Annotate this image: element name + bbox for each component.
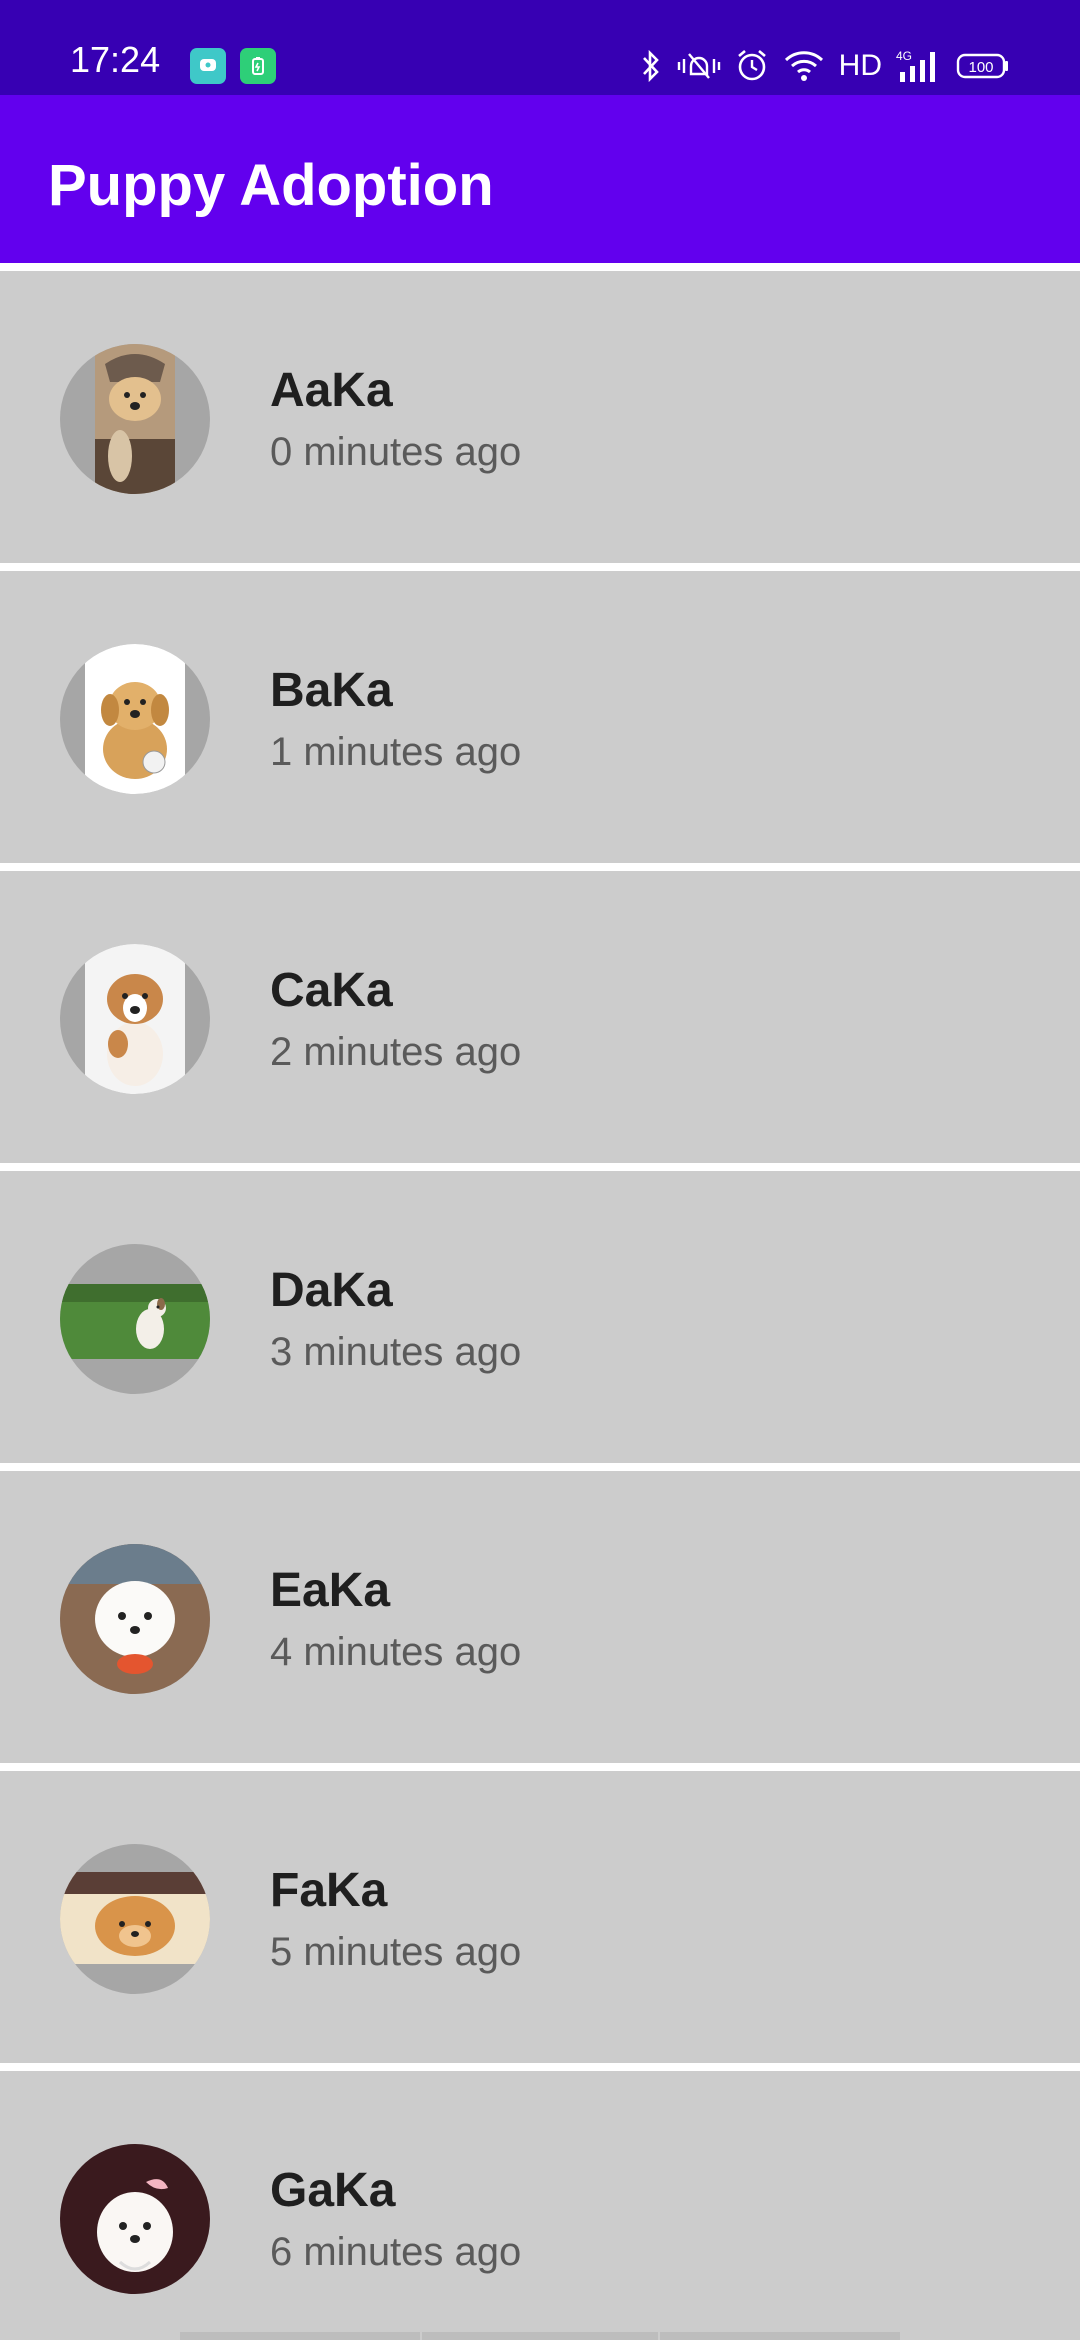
puppy-avatar <box>60 944 210 1094</box>
chat-notification-icon <box>190 48 226 84</box>
puppy-time: 2 minutes ago <box>270 1030 522 1074</box>
puppy-time: 0 minutes ago <box>270 430 522 474</box>
puppy-avatar <box>60 344 210 494</box>
status-bar: 17:24 HD 4G 100 <box>0 0 1080 95</box>
bottom-overlay-segment <box>180 2332 420 2340</box>
bottom-overlay-segment <box>422 2332 658 2340</box>
puppy-list-item[interactable]: FaKa 5 minutes ago <box>0 1771 1080 2063</box>
bluetooth-icon <box>642 49 659 83</box>
alarm-icon <box>737 50 766 81</box>
puppy-time: 4 minutes ago <box>270 1630 522 1674</box>
puppy-name: BaKa <box>270 664 393 717</box>
network-type-label: HD <box>838 49 882 82</box>
status-time: 17:24 <box>70 39 161 80</box>
puppy-name: AaKa <box>270 364 393 417</box>
puppy-avatar <box>60 1844 210 1994</box>
app-bar: Puppy Adoption <box>0 95 1080 263</box>
puppy-name: FaKa <box>270 1864 388 1917</box>
puppy-time: 1 minutes ago <box>270 730 522 774</box>
vibrate-icon <box>677 53 720 79</box>
puppy-avatar <box>60 1244 210 1394</box>
battery-level-label: 100 <box>968 59 993 76</box>
puppy-list[interactable]: AaKa 0 minutes ago BaKa 1 minutes ago Ca… <box>0 263 1080 2340</box>
puppy-avatar <box>60 644 210 794</box>
puppy-list-item[interactable]: CaKa 2 minutes ago <box>0 871 1080 1163</box>
battery-icon: 100 <box>956 53 1008 79</box>
puppy-list-item[interactable]: AaKa 0 minutes ago <box>0 271 1080 563</box>
puppy-name: EaKa <box>270 1564 391 1617</box>
puppy-name: CaKa <box>270 964 393 1017</box>
signal-icon: 4G <box>896 49 935 82</box>
puppy-list-item[interactable]: EaKa 4 minutes ago <box>0 1471 1080 1763</box>
puppy-list-item[interactable]: DaKa 3 minutes ago <box>0 1171 1080 1463</box>
puppy-time: 6 minutes ago <box>270 2230 522 2274</box>
signal-label: 4G <box>896 49 912 63</box>
bottom-overlay-segment <box>660 2332 900 2340</box>
puppy-name: DaKa <box>270 1264 393 1317</box>
app-title: Puppy Adoption <box>48 153 494 218</box>
puppy-name: GaKa <box>270 2164 396 2217</box>
puppy-list-item[interactable]: GaKa 6 minutes ago <box>0 2071 1080 2340</box>
puppy-avatar <box>60 2144 210 2294</box>
puppy-time: 5 minutes ago <box>270 1930 522 1974</box>
status-icons: HD 4G 100 <box>639 44 1010 88</box>
puppy-list-item[interactable]: BaKa 1 minutes ago <box>0 571 1080 863</box>
puppy-avatar <box>60 1544 210 1694</box>
wifi-icon <box>784 51 823 81</box>
battery-saver-notification-icon <box>240 48 276 84</box>
puppy-time: 3 minutes ago <box>270 1330 522 1374</box>
